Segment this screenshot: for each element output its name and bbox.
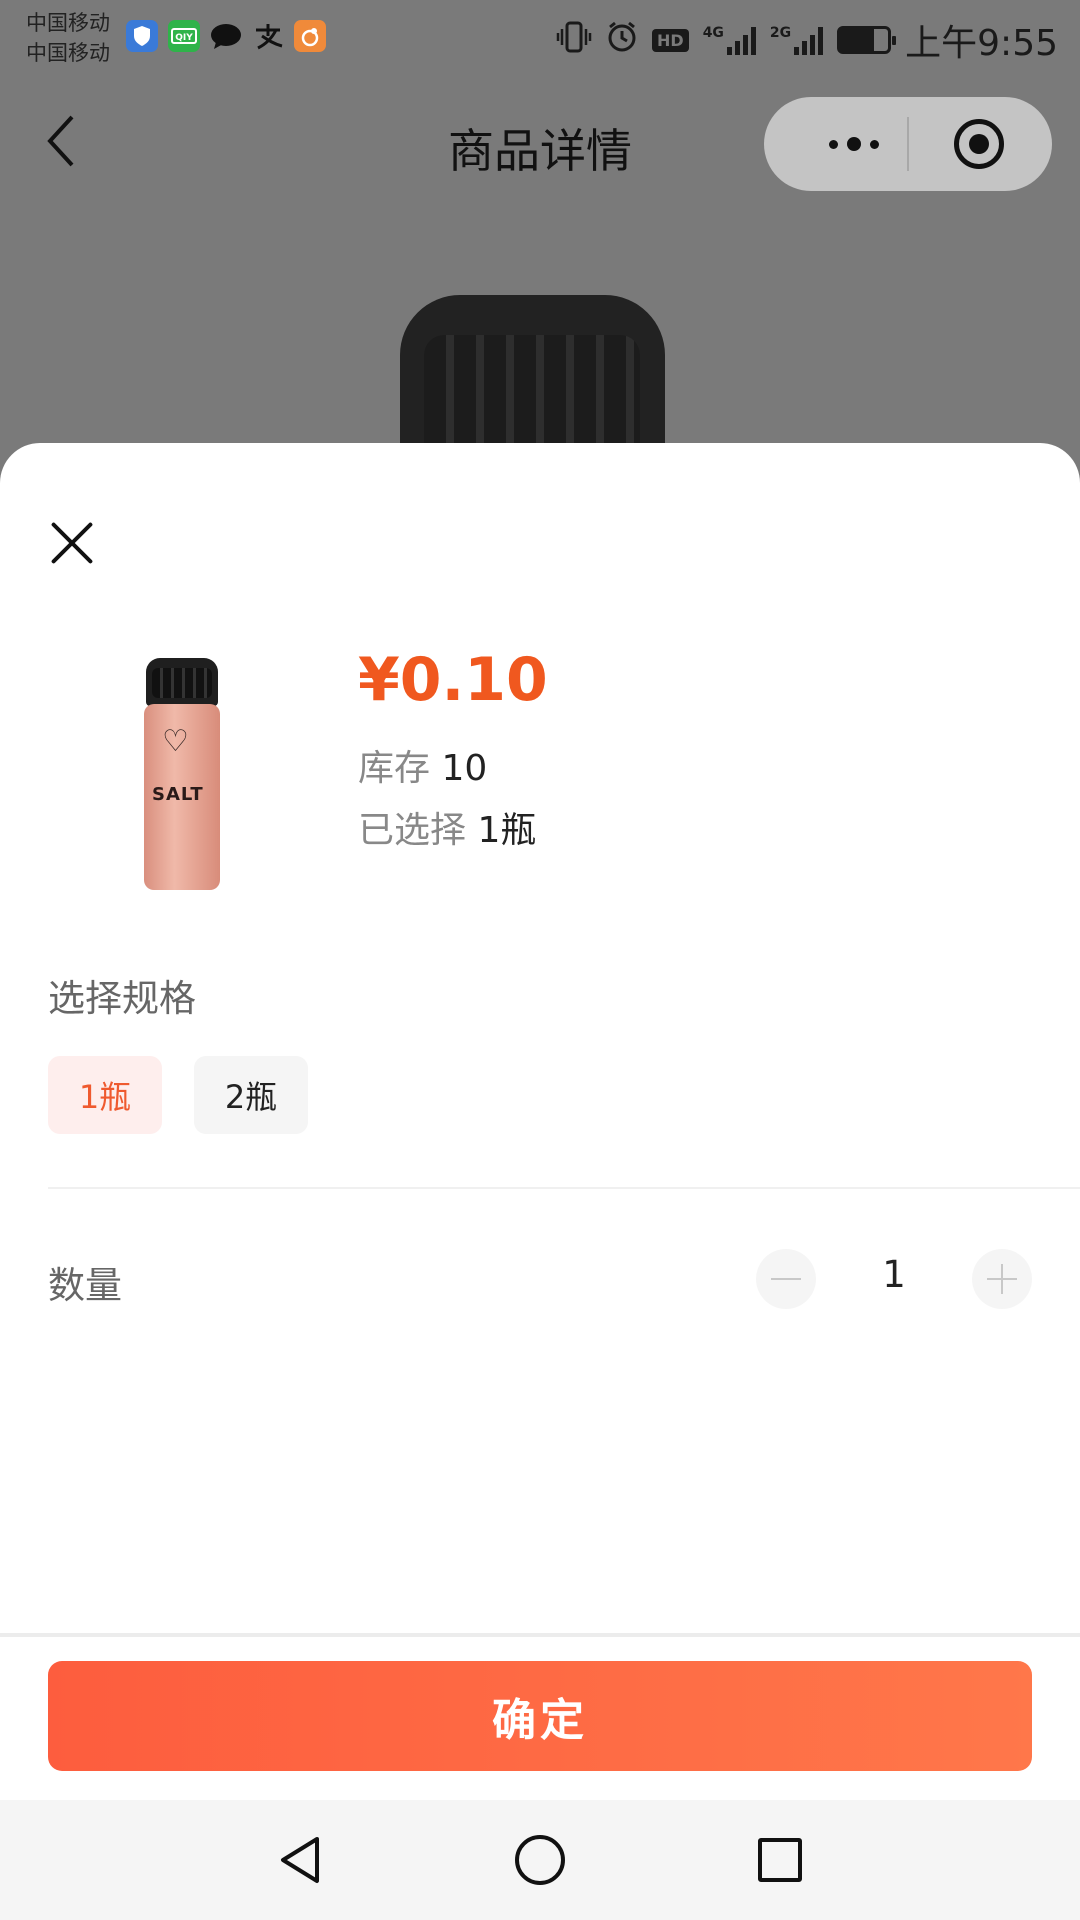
spec-selection-sheet: ♡ SALT ¥0.10 库存 10 已选择 1瓶 选择规格 1瓶 2瓶 数量 … bbox=[0, 443, 1080, 1800]
navigation-bar: 商品详情 bbox=[0, 85, 1080, 205]
square-recent-icon[interactable] bbox=[750, 1830, 810, 1890]
carrier-2: 中国移动 bbox=[26, 41, 110, 65]
signal-4g-icon: 4G bbox=[703, 25, 756, 55]
close-icon[interactable] bbox=[50, 521, 94, 565]
more-dots-icon[interactable] bbox=[804, 97, 904, 191]
spec-option-2[interactable]: 2瓶 bbox=[194, 1056, 308, 1134]
svg-text:QIY: QIY bbox=[175, 33, 193, 43]
stock-info: 库存 10 bbox=[358, 739, 487, 791]
spec-option-1[interactable]: 1瓶 bbox=[48, 1056, 162, 1134]
spec-options: 1瓶 2瓶 bbox=[48, 1056, 308, 1134]
carrier-info: 中国移动 中国移动 bbox=[26, 8, 110, 68]
stock-value: 10 bbox=[441, 748, 488, 789]
net-2g-label: 2G bbox=[769, 25, 792, 41]
bottle-body: ♡ SALT bbox=[144, 704, 220, 890]
carrier-1: 中国移动 bbox=[26, 11, 110, 35]
minus-icon[interactable] bbox=[756, 1249, 816, 1309]
circle-home-icon[interactable] bbox=[510, 1830, 570, 1890]
message-app-icon bbox=[210, 20, 242, 52]
capsule-divider bbox=[907, 117, 909, 171]
product-label: SALT bbox=[152, 784, 204, 805]
system-navigation-bar bbox=[0, 1800, 1080, 1920]
status-right: HD 4G 2G 上午9:55 bbox=[556, 14, 1058, 66]
signal-2g-icon: 2G bbox=[769, 25, 824, 55]
bottle-cap bbox=[146, 658, 218, 706]
clock: 上午9:55 bbox=[905, 23, 1058, 64]
quantity-value[interactable]: 1 bbox=[856, 1253, 932, 1296]
alipay-app-icon bbox=[252, 20, 284, 52]
notification-icons: QIY bbox=[126, 20, 326, 52]
hd-badge: HD bbox=[652, 28, 689, 52]
alarm-icon bbox=[606, 21, 638, 60]
shield-app-icon bbox=[126, 20, 158, 52]
stock-label: 库存 bbox=[358, 748, 431, 789]
divider bbox=[48, 1187, 1080, 1189]
product-price: ¥0.10 bbox=[358, 645, 548, 715]
target-close-icon[interactable] bbox=[954, 119, 1004, 169]
uc-browser-app-icon bbox=[294, 20, 326, 52]
selected-label: 已选择 bbox=[358, 810, 467, 851]
mini-program-capsule bbox=[764, 97, 1052, 191]
background-page: 中国移动 中国移动 QIY HD 4G 2G 上午9:55 商品详情 bbox=[0, 0, 1080, 475]
product-thumbnail: ♡ SALT bbox=[144, 658, 220, 893]
background-product-image bbox=[400, 295, 665, 475]
vibrate-icon bbox=[556, 21, 592, 60]
quantity-stepper: 1 bbox=[756, 1249, 1032, 1309]
spec-title: 选择规格 bbox=[48, 977, 196, 1020]
iqiyi-app-icon: QIY bbox=[168, 20, 200, 52]
battery-level bbox=[840, 29, 874, 51]
selected-value: 1瓶 bbox=[477, 810, 537, 851]
heart-icon: ♡ bbox=[162, 724, 189, 759]
triangle-back-icon[interactable] bbox=[270, 1830, 330, 1890]
battery-icon bbox=[837, 26, 897, 54]
status-bar: 中国移动 中国移动 QIY HD 4G 2G 上午9:55 bbox=[0, 0, 1080, 72]
confirm-button[interactable]: 确定 bbox=[48, 1661, 1032, 1771]
footer-divider bbox=[0, 1633, 1080, 1637]
selected-info: 已选择 1瓶 bbox=[358, 801, 536, 853]
plus-icon[interactable] bbox=[972, 1249, 1032, 1309]
net-4g-label: 4G bbox=[702, 25, 724, 41]
quantity-label: 数量 bbox=[48, 1264, 122, 1307]
